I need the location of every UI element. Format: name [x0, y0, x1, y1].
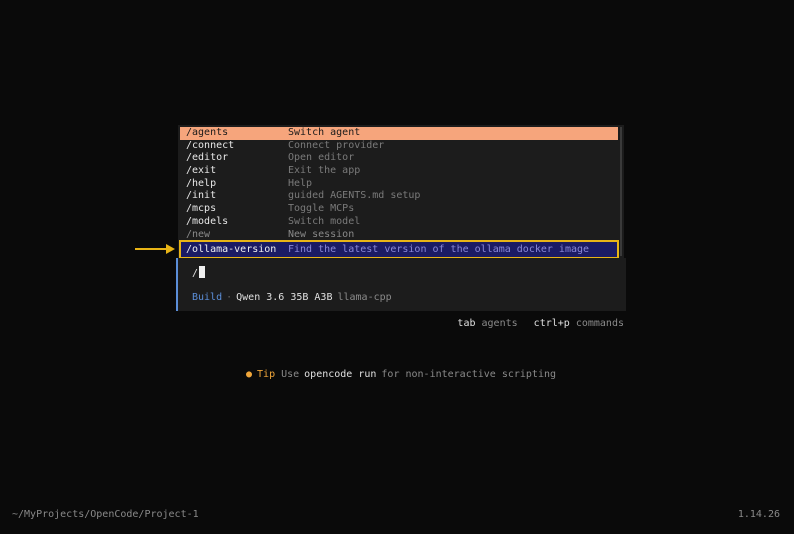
command-palette: /agents Switch agent /connect Connect pr… [178, 125, 624, 259]
provider-name: llama-cpp [337, 292, 392, 303]
command-item-agents[interactable]: /agents Switch agent [180, 127, 618, 140]
command-description: Exit the app [288, 165, 361, 177]
working-directory-path: ~/MyProjects/OpenCode/Project-1 [12, 509, 199, 520]
hint-label-agents: agents [481, 318, 518, 329]
tip-line: ● Tip Use opencode run for non-interactive s… [246, 369, 556, 381]
prompt-input[interactable]: / [192, 266, 206, 280]
command-item-ollama-version[interactable]: /ollama-version Find the latest version … [179, 239, 619, 259]
command-name: /agents [186, 127, 229, 138]
command-name: /init [186, 190, 217, 202]
agent-status-line: Build · Qwen 3.6 35B A3B llama-cpp [192, 292, 392, 304]
hint-key-tab: tab [457, 318, 476, 329]
command-description: Connect provider [288, 139, 385, 151]
palette-scrollbar[interactable] [620, 127, 622, 256]
agent-mode[interactable]: Build [192, 292, 222, 303]
command-item-mcps[interactable]: /mcps Toggle MCPs [180, 203, 618, 216]
command-name: /connect [186, 139, 235, 151]
command-description: guided AGENTS.md setup [288, 190, 421, 202]
command-description: Toggle MCPs [288, 203, 355, 215]
tip-bullet-icon: ● [246, 369, 253, 380]
command-item-new[interactable]: /new New session [180, 229, 618, 239]
model-name[interactable]: Qwen 3.6 35B A3B [236, 292, 332, 303]
prompt-input-box[interactable]: / Build · Qwen 3.6 35B A3B llama-cpp [176, 258, 626, 311]
command-name: /help [186, 177, 217, 189]
command-item-exit[interactable]: /exit Exit the app [180, 165, 618, 178]
hint-label-commands: commands [575, 318, 624, 329]
annotation-arrow-icon [135, 244, 175, 254]
app-version: 1.14.26 [737, 509, 780, 520]
command-description: Switch model [288, 215, 361, 227]
command-name: /models [186, 215, 229, 227]
command-name: /editor [186, 152, 229, 164]
command-name: /ollama-version [186, 243, 277, 255]
separator: · [226, 292, 233, 303]
tip-label: Tip [257, 369, 276, 380]
command-description: New session [288, 228, 355, 239]
command-list: /agents Switch agent /connect Connect pr… [179, 127, 619, 259]
command-description: Help [288, 177, 313, 189]
hint-key-ctrl-p: ctrl+p [533, 318, 570, 329]
tip-command: opencode run [304, 369, 377, 380]
command-name: /exit [186, 165, 217, 177]
tip-text-post: for non-interactive scripting [381, 369, 557, 380]
command-description: Switch agent [288, 127, 361, 138]
keyboard-hints: tab agents ctrl+p commands [457, 318, 624, 330]
text-cursor [199, 266, 206, 278]
prompt-input-value: / [192, 268, 199, 279]
command-item-help[interactable]: /help Help [180, 178, 618, 191]
command-item-models[interactable]: /models Switch model [180, 216, 618, 229]
command-description: Find the latest version of the ollama do… [288, 243, 590, 255]
command-description: Open editor [288, 152, 355, 164]
command-name: /mcps [186, 203, 217, 215]
command-item-connect[interactable]: /connect Connect provider [180, 140, 618, 153]
command-item-editor[interactable]: /editor Open editor [180, 152, 618, 165]
tip-text-pre: Use [281, 369, 300, 380]
command-name: /new [186, 228, 211, 239]
command-item-init[interactable]: /init guided AGENTS.md setup [180, 190, 618, 203]
